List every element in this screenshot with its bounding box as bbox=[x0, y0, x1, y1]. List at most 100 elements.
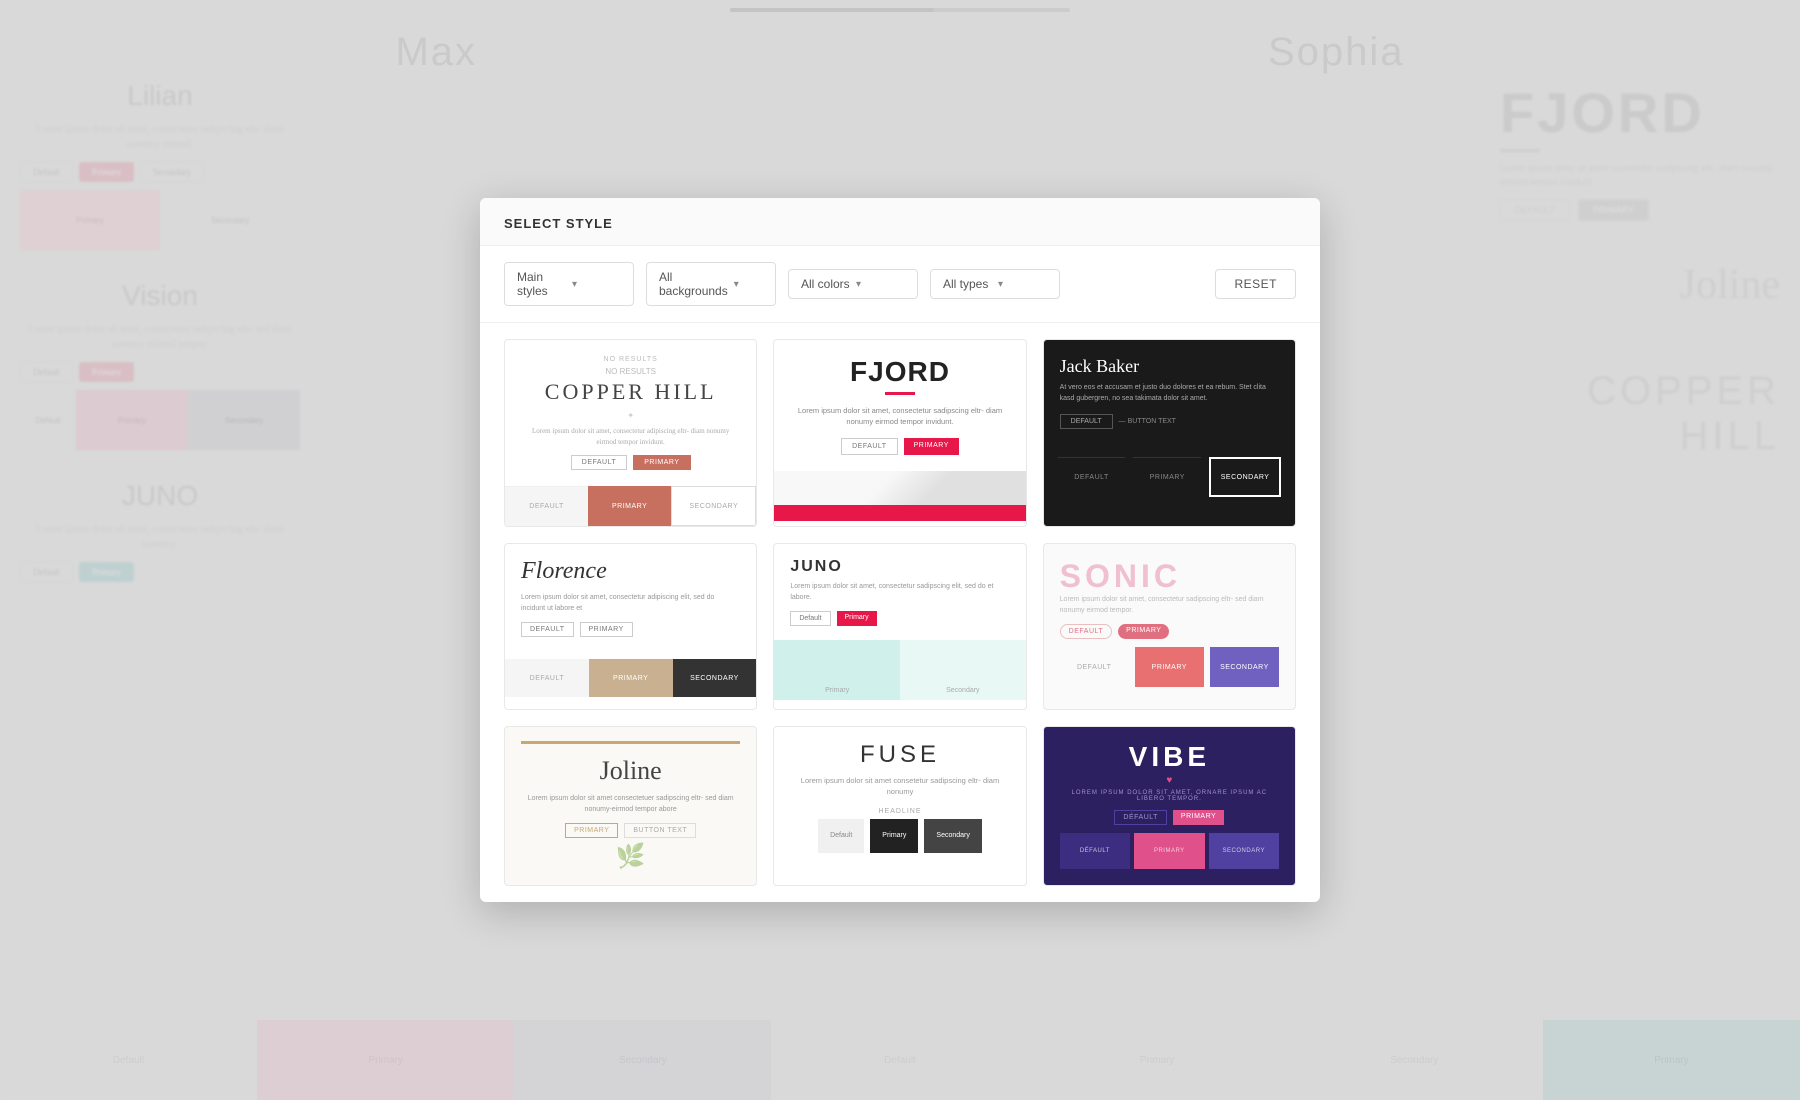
style-card-sonic[interactable]: SONIC Lorem ipsum dolor sit amet, consec… bbox=[1043, 543, 1296, 710]
fuse-title: FUSE bbox=[790, 741, 1009, 769]
florence-swatch-secondary: Secondary bbox=[673, 659, 757, 697]
copper-hill-swatch-secondary: SECONDARY bbox=[671, 486, 756, 526]
sonic-title: SONIC bbox=[1060, 558, 1279, 595]
copper-hill-btn-primary: PRIMARY bbox=[633, 455, 690, 470]
copper-hill-title: Copper Hill bbox=[519, 379, 742, 405]
filter-main-styles-label: Main styles bbox=[517, 270, 566, 298]
filter-backgrounds[interactable]: All backgrounds ▾ bbox=[646, 262, 776, 306]
copper-hill-swatch-primary: PRIMARY bbox=[588, 486, 671, 526]
jack-btn-default: DEFAULT bbox=[1060, 414, 1113, 429]
joline-btn-text: BUTTON TEXT bbox=[624, 823, 696, 838]
vibe-swatch-primary: PRIMARY bbox=[1134, 833, 1204, 869]
copper-hill-text: Lorem ipsum dolor sit amet, consectetur … bbox=[519, 426, 742, 447]
copper-hill-swatch-default: DEFAULT bbox=[505, 486, 588, 526]
style-card-fjord[interactable]: FJORD Lorem ipsum dolor sit amet, consec… bbox=[773, 339, 1026, 527]
juno-title: JUNO bbox=[790, 558, 1009, 576]
vibe-heart-icon: ♥ bbox=[1060, 775, 1279, 786]
vibe-content: VIBE ♥ LOREM IPSUM DOLOR SIT AMET, ORNAR… bbox=[1044, 727, 1295, 883]
copper-hill-label: NO RESULTS bbox=[519, 367, 742, 376]
joline-content: Joline Lorem ipsum dolor sit amet consec… bbox=[505, 727, 756, 885]
style-card-jack-baker[interactable]: Jack Baker At vero eos et accusam et jus… bbox=[1043, 339, 1296, 527]
fjord-underline bbox=[885, 392, 915, 395]
juno-btn-default: Default bbox=[790, 611, 830, 626]
sonic-content: SONIC Lorem ipsum dolor sit amet, consec… bbox=[1044, 544, 1295, 709]
copper-hill-btn-default: DEFAULT bbox=[571, 455, 628, 470]
jack-baker-swatches: Default Primary Secondary bbox=[1044, 445, 1295, 509]
fuse-content: FUSE Lorem ipsum dolor sit amet consetet… bbox=[774, 727, 1025, 867]
jack-swatch-primary: Primary bbox=[1133, 457, 1201, 497]
chevron-down-icon: ▾ bbox=[572, 279, 621, 290]
fjord-text: Lorem ipsum dolor sit amet, consectetur … bbox=[790, 405, 1009, 428]
jack-baker-buttons: DEFAULT — BUTTON TEXT bbox=[1060, 414, 1279, 429]
florence-content: Florence Lorem ipsum dolor sit amet, con… bbox=[505, 544, 756, 659]
reset-button[interactable]: RESET bbox=[1215, 269, 1296, 299]
fjord-title: FJORD bbox=[790, 356, 1009, 388]
vibe-title: VIBE bbox=[1060, 741, 1279, 773]
modal-header: SELECT STYLE bbox=[480, 198, 1320, 246]
filter-main-styles[interactable]: Main styles ▾ bbox=[504, 262, 634, 306]
style-card-juno[interactable]: JUNO Lorem ipsum dolor sit amet, consect… bbox=[773, 543, 1026, 710]
joline-title: Joline bbox=[521, 756, 740, 786]
florence-text: Lorem ipsum dolor sit amet, consectetur … bbox=[521, 593, 740, 614]
chevron-down-icon-4: ▾ bbox=[998, 279, 1047, 290]
florence-btn-primary: PRIMARY bbox=[580, 622, 633, 637]
joline-top-bar bbox=[521, 741, 740, 744]
style-card-florence[interactable]: Florence Lorem ipsum dolor sit amet, con… bbox=[504, 543, 757, 710]
juno-btn-primary: Primary bbox=[837, 611, 877, 626]
jack-baker-content: Jack Baker At vero eos et accusam et jus… bbox=[1044, 340, 1295, 445]
filter-backgrounds-label: All backgrounds bbox=[659, 270, 728, 298]
filter-colors[interactable]: All colors ▾ bbox=[788, 269, 918, 299]
sonic-btn-default: Default bbox=[1060, 624, 1113, 639]
style-select-modal: SELECT STYLE Main styles ▾ All backgroun… bbox=[480, 198, 1320, 902]
florence-swatch-primary: Primary bbox=[589, 659, 673, 697]
florence-buttons: DEFAULT PRIMARY bbox=[521, 622, 740, 637]
copper-hill-buttons: DEFAULT PRIMARY bbox=[519, 447, 742, 478]
style-card-copper-hill[interactable]: NO RESULTS NO RESULTS Copper Hill ✦ Lore… bbox=[504, 339, 757, 527]
joline-buttons: PRIMARY BUTTON TEXT bbox=[521, 823, 740, 838]
sonic-swatches: DEFAULT PRIMARY SECONDARY bbox=[1060, 639, 1279, 695]
jack-baker-title: Jack Baker bbox=[1060, 356, 1279, 377]
juno-text: Lorem ipsum dolor sit amet, consectetur … bbox=[790, 582, 1009, 603]
fjord-buttons: DEFAULT PRIMARY bbox=[790, 438, 1009, 455]
fuse-headline: HEADLINE bbox=[790, 808, 1009, 815]
modal-overlay: SELECT STYLE Main styles ▾ All backgroun… bbox=[0, 0, 1800, 1100]
vibe-btn-default: DÉFAULT bbox=[1114, 810, 1167, 825]
filter-types[interactable]: All types ▾ bbox=[930, 269, 1060, 299]
modal-title: SELECT STYLE bbox=[504, 216, 1296, 231]
florence-swatches: Default Primary Secondary bbox=[505, 659, 756, 697]
florence-title: Florence bbox=[521, 558, 740, 585]
style-card-fuse[interactable]: FUSE Lorem ipsum dolor sit amet consetet… bbox=[773, 726, 1026, 886]
florence-swatch-default: Default bbox=[505, 659, 589, 697]
fjord-content: FJORD Lorem ipsum dolor sit amet, consec… bbox=[774, 340, 1025, 471]
fuse-text: Lorem ipsum dolor sit amet consetetur sa… bbox=[790, 775, 1009, 798]
florence-btn-default: DEFAULT bbox=[521, 622, 574, 637]
vibe-btn-primary: PRIMARY bbox=[1173, 810, 1224, 825]
juno-swatch-secondary: Secondary bbox=[900, 640, 1026, 700]
joline-text: Lorem ipsum dolor sit amet consectetuer … bbox=[521, 794, 740, 815]
vibe-subtitle: LOREM IPSUM DOLOR SIT AMET, ORNARE IPSUM… bbox=[1060, 790, 1279, 802]
juno-content: JUNO Lorem ipsum dolor sit amet, consect… bbox=[774, 544, 1025, 640]
joline-decoration: 🌿 bbox=[521, 842, 740, 871]
styles-grid: NO RESULTS NO RESULTS Copper Hill ✦ Lore… bbox=[504, 339, 1296, 886]
fuse-swatch-default: Default bbox=[818, 819, 864, 853]
fuse-swatch-primary: Primary bbox=[870, 819, 918, 853]
filter-types-label: All types bbox=[943, 277, 992, 291]
jack-btn-text: — BUTTON TEXT bbox=[1119, 418, 1176, 425]
style-card-vibe[interactable]: VIBE ♥ LOREM IPSUM DOLOR SIT AMET, ORNAR… bbox=[1043, 726, 1296, 886]
fuse-swatches: Default Primary Secondary bbox=[790, 819, 1009, 853]
style-card-joline[interactable]: Joline Lorem ipsum dolor sit amet consec… bbox=[504, 726, 757, 886]
fjord-wave-container bbox=[774, 471, 1025, 521]
modal-filters: Main styles ▾ All backgrounds ▾ All colo… bbox=[480, 246, 1320, 323]
vibe-swatches: DÉFAULT PRIMARY SECONDARY bbox=[1060, 833, 1279, 869]
vibe-buttons: DÉFAULT PRIMARY bbox=[1060, 810, 1279, 825]
sonic-buttons: Default Primary bbox=[1060, 624, 1279, 639]
fjord-btn-primary: PRIMARY bbox=[904, 438, 959, 455]
copper-hill-decoration: ✦ bbox=[519, 411, 742, 420]
copper-hill-header: NO RESULTS NO RESULTS Copper Hill ✦ Lore… bbox=[505, 340, 756, 486]
vibe-swatch-default: DÉFAULT bbox=[1060, 833, 1130, 869]
sonic-swatch-default: DEFAULT bbox=[1060, 647, 1129, 687]
sonic-swatch-primary: PRIMARY bbox=[1135, 647, 1204, 687]
filter-colors-label: All colors bbox=[801, 277, 850, 291]
juno-swatch-primary: Primary bbox=[774, 640, 900, 700]
vibe-swatch-secondary: SECONDARY bbox=[1209, 833, 1279, 869]
